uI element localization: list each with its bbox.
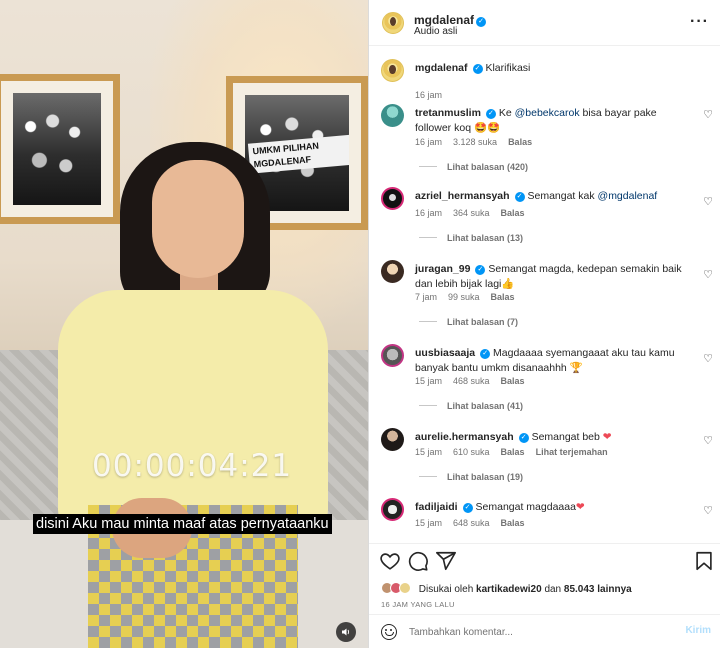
comment-icon[interactable] [407, 550, 429, 572]
translate-link[interactable]: Lihat terjemahan [536, 447, 608, 457]
avatar[interactable] [381, 187, 404, 210]
reply-button[interactable]: Balas [501, 447, 525, 457]
comment-username[interactable]: azriel_hermansyah [415, 190, 510, 202]
comment-username[interactable]: fadiljaidi [415, 501, 458, 513]
heart-emoji: ❤ [575, 501, 585, 513]
view-replies[interactable]: Lihat balasan (13) [419, 233, 523, 243]
like-count[interactable]: 364 suka [453, 208, 490, 218]
avatar[interactable] [381, 344, 404, 367]
avatar[interactable] [381, 260, 404, 283]
like-heart-icon[interactable] [379, 550, 401, 572]
more-icon[interactable]: ··· [690, 13, 709, 31]
liked-by-count[interactable]: 85.043 lainnya [564, 584, 632, 595]
emoji: 🤩🤩 [473, 122, 501, 134]
comment-username[interactable]: aurelie.hermansyah [415, 431, 514, 443]
comment-text: Semangat magdaaaa [475, 501, 576, 513]
bookmark-icon[interactable] [693, 550, 715, 572]
like-count[interactable]: 3.128 suka [453, 137, 497, 147]
avatar[interactable] [381, 59, 404, 82]
like-count[interactable]: 648 suka [453, 518, 490, 528]
comment-text: Klarifikasi [485, 62, 531, 74]
verified-icon: ✓ [475, 265, 486, 275]
person-shirt [58, 290, 328, 530]
heart-icon[interactable]: ♡ [703, 352, 713, 365]
emoji-icon[interactable] [381, 624, 397, 640]
like-count[interactable]: 99 suka [448, 292, 480, 302]
heart-icon[interactable]: ♡ [703, 268, 713, 281]
reply-button[interactable]: Balas [508, 137, 532, 147]
verified-icon: ✓ [518, 433, 529, 443]
header-username[interactable]: mgdalenaf [414, 13, 474, 27]
view-replies[interactable]: Lihat balasan (7) [419, 317, 518, 327]
mention-link[interactable]: @mgdalenaf [598, 190, 658, 202]
reply-button[interactable]: Balas [491, 292, 515, 302]
audio-link[interactable]: Audio asli [414, 26, 457, 37]
comment-username[interactable]: juragan_99 [415, 263, 470, 275]
view-replies[interactable]: Lihat balasan (41) [419, 401, 523, 411]
emoji: 🏆 [569, 362, 583, 374]
heart-icon[interactable]: ♡ [703, 195, 713, 208]
comment-input[interactable] [409, 623, 679, 641]
photo-frame-left [0, 74, 120, 224]
comment-username[interactable]: uusbiasaaja [415, 347, 475, 359]
reply-button[interactable]: Balas [501, 518, 525, 528]
heart-icon[interactable]: ♡ [703, 504, 713, 517]
like-count[interactable]: 610 suka [453, 447, 490, 457]
like-count[interactable]: 468 suka [453, 376, 490, 386]
person-face [152, 160, 244, 278]
verified-icon: ✓ [476, 17, 487, 27]
comment-username[interactable]: tretanmuslim [415, 107, 481, 119]
avatar[interactable] [381, 428, 404, 451]
post-timestamp: 16 JAM YANG LALU [381, 600, 455, 609]
mention-link[interactable]: @bebekcarok [515, 107, 580, 119]
emoji: 👍 [501, 278, 515, 290]
comment-bar: Kirim [369, 614, 720, 648]
verified-icon: ✓ [472, 64, 483, 74]
post-button[interactable]: Kirim [685, 625, 711, 636]
liked-by-user[interactable]: kartikadewi20 [476, 584, 542, 595]
heart-emoji: ❤ [602, 431, 612, 443]
video-player[interactable]: UMKM PILIHAN MGDALENAF 00:00:04:21 disin… [0, 0, 368, 648]
view-replies[interactable]: Lihat balasan (420) [419, 162, 528, 172]
comment-time: 15 jam [415, 518, 443, 528]
comment-time: 15 jam [415, 447, 443, 457]
video-timecode: 00:00:04:21 [92, 448, 293, 484]
verified-icon: ✓ [480, 349, 491, 359]
comment-time: 16 jam [415, 90, 443, 100]
verified-icon: ✓ [462, 503, 473, 513]
speaker-icon[interactable] [336, 622, 356, 642]
avatar[interactable] [382, 12, 404, 34]
avatar[interactable] [381, 498, 404, 521]
verified-icon: ✓ [514, 192, 525, 202]
verified-icon: ✓ [485, 109, 496, 119]
comment-time: 15 jam [415, 376, 443, 386]
comment-time: 16 jam [415, 208, 443, 218]
reply-button[interactable]: Balas [501, 208, 525, 218]
comment-time: 7 jam [415, 292, 438, 302]
comment-time: 16 jam [415, 137, 443, 147]
post-actions: Disukai oleh kartikadewi20 dan 85.043 la… [369, 543, 720, 648]
share-icon[interactable] [435, 550, 457, 572]
avatar [399, 582, 411, 594]
comment-username[interactable]: mgdalenaf [415, 62, 468, 74]
heart-icon[interactable]: ♡ [703, 108, 713, 121]
view-replies[interactable]: Lihat balasan (19) [419, 472, 523, 482]
reply-button[interactable]: Balas [501, 376, 525, 386]
comments-list[interactable]: mgdalenaf ✓ Klarifikasi 16 jam tretanmusl… [369, 47, 720, 543]
avatar[interactable] [381, 104, 404, 127]
likes-summary[interactable]: Disukai oleh kartikadewi20 dan 85.043 la… [381, 582, 632, 595]
post-panel: mgdalenaf ✓ Audio asli ··· mgdalenaf ✓ Kla… [368, 0, 720, 648]
comment-text: Semangat beb [531, 431, 603, 443]
video-subtitle: disini Aku mau minta maaf atas pernyataa… [33, 514, 332, 534]
post-header: mgdalenaf ✓ Audio asli ··· [369, 0, 720, 46]
heart-icon[interactable]: ♡ [703, 434, 713, 447]
